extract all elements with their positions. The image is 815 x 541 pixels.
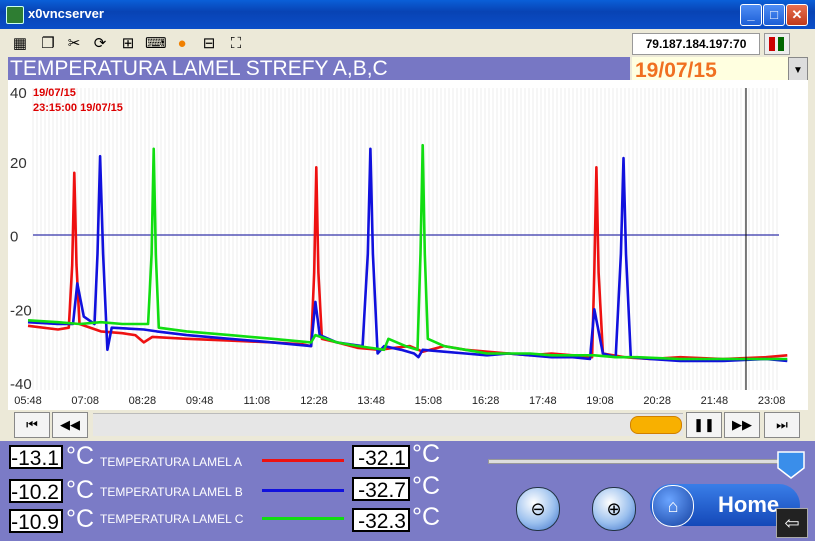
- legend-c-value: -10.9: [9, 509, 63, 534]
- app-icon: [6, 6, 24, 24]
- maximize-button[interactable]: □: [763, 4, 785, 26]
- zoom-in-button[interactable]: ⊕: [592, 487, 636, 531]
- x-tick-label: 12:28: [300, 395, 328, 407]
- minimize-icon: _: [747, 7, 755, 22]
- legend-c-unit: °C: [66, 505, 95, 533]
- zoom-slider-knob[interactable]: [776, 450, 806, 480]
- legend-a-current: -32.1: [352, 445, 410, 470]
- legend-c-name: TEMPERATURA LAMEL C: [100, 512, 244, 526]
- legend-b-unit-right: °C: [412, 472, 441, 500]
- maximize-icon: □: [770, 7, 778, 22]
- y-tick-label: 0: [10, 229, 18, 246]
- windows-icon[interactable]: ❐: [38, 34, 58, 54]
- windows-logo-icon[interactable]: ⊞: [118, 34, 138, 54]
- x-tick-label: 13:48: [357, 395, 385, 407]
- first-icon: ⏮: [26, 417, 38, 432]
- zoom-in-icon: ⊕: [606, 499, 622, 519]
- y-tick-label: 40: [10, 85, 27, 102]
- trend-chart: 40 20 0 -20 -40 05:48 07:08 08:28 09:48 11:08 12:…: [8, 80, 808, 410]
- legend-a-value: -13.1: [9, 445, 63, 470]
- fullscreen-icon[interactable]: ⛶: [226, 34, 246, 54]
- legend-b-name: TEMPERATURA LAMEL B: [100, 485, 243, 499]
- legend-a-unit-right: °C: [412, 440, 441, 468]
- zoom-slider-track[interactable]: [488, 459, 780, 464]
- page-title: TEMPERATURA LAMEL STREFY A,B,C: [8, 57, 630, 80]
- x-tick-label: 20:28: [643, 395, 671, 407]
- back-icon: ⇦: [784, 513, 800, 533]
- x-tick-label: 11:08: [243, 395, 270, 407]
- x-tick-label: 23:08: [758, 395, 786, 407]
- cursor-timestamp: 23:15:00 19/07/15: [33, 102, 123, 114]
- x-tick-label: 05:48: [14, 395, 42, 407]
- first-button[interactable]: ⏮: [14, 412, 50, 438]
- close-button[interactable]: ✕: [786, 4, 808, 26]
- legend-c-unit-right: °C: [412, 503, 441, 531]
- last-button[interactable]: ⏭: [764, 412, 800, 438]
- last-icon: ⏭: [776, 417, 788, 432]
- timeline-thumb[interactable]: [630, 416, 682, 434]
- y-tick-label: -40: [10, 376, 32, 393]
- timeline-track[interactable]: [93, 413, 683, 436]
- x-tick-label: 15:08: [415, 395, 443, 407]
- pause-icon: ❚❚: [693, 417, 715, 432]
- close-icon: ✕: [791, 7, 803, 22]
- x-tick-label: 07:08: [71, 395, 99, 407]
- keyboard-icon[interactable]: ⌨: [145, 34, 167, 54]
- home-icon: ⌂: [652, 485, 694, 527]
- forward-icon: ▶▶: [732, 417, 752, 432]
- x-tick-label: 19:08: [586, 395, 614, 407]
- back-button[interactable]: ⇦: [776, 508, 808, 538]
- pause-button[interactable]: ❚❚: [686, 412, 722, 438]
- legend-b-unit: °C: [66, 476, 95, 504]
- forward-button[interactable]: ▶▶: [724, 412, 760, 438]
- x-tick-label: 17:48: [529, 395, 557, 407]
- y-tick-label: -20: [10, 302, 32, 319]
- legend-c-current: -32.3: [352, 508, 410, 533]
- zoom-out-button[interactable]: ⊖: [516, 487, 560, 531]
- rewind-button[interactable]: ◀◀: [52, 412, 88, 438]
- window-title: x0vncserver: [28, 6, 104, 21]
- pause-indicator[interactable]: [764, 33, 790, 55]
- zoom-out-icon: ⊖: [530, 499, 546, 519]
- chart-icon[interactable]: ▦: [10, 34, 30, 54]
- legend-b-swatch: [262, 489, 344, 492]
- minimize-button[interactable]: _: [740, 4, 762, 26]
- home-label: Home: [718, 492, 780, 517]
- legend-b-value: -10.2: [9, 479, 63, 504]
- y-tick-label: 20: [10, 155, 27, 172]
- ip-address: 79.187.184.197:70: [632, 33, 760, 55]
- x-tick-label: 21:48: [701, 395, 729, 407]
- legend-a-swatch: [262, 459, 344, 462]
- title-bar: x0vncserver _ □ ✕: [0, 0, 815, 29]
- tools-icon[interactable]: ✂: [64, 34, 84, 54]
- refresh-icon[interactable]: ⟳: [90, 34, 110, 54]
- timeline-scrollbar: ⏮ ◀◀ ❚❚ ▶▶ ⏭: [8, 410, 808, 440]
- network-icon[interactable]: ⊟: [199, 34, 219, 54]
- alert-icon[interactable]: ●: [172, 34, 192, 54]
- x-tick-label: 16:28: [472, 395, 500, 407]
- cursor-date: 19/07/15: [33, 87, 76, 99]
- legend-a-name: TEMPERATURA LAMEL A: [100, 455, 243, 469]
- legend-c-swatch: [262, 517, 344, 520]
- legend-a-unit: °C: [66, 442, 95, 470]
- rewind-icon: ◀◀: [60, 417, 80, 432]
- x-tick-label: 09:48: [186, 395, 214, 407]
- x-tick-label: 08:28: [129, 395, 157, 407]
- legend-b-current: -32.7: [352, 477, 410, 502]
- chart-area: 40 20 0 -20 -40 05:48 07:08 08:28 09:48 11:08 12:…: [8, 80, 808, 410]
